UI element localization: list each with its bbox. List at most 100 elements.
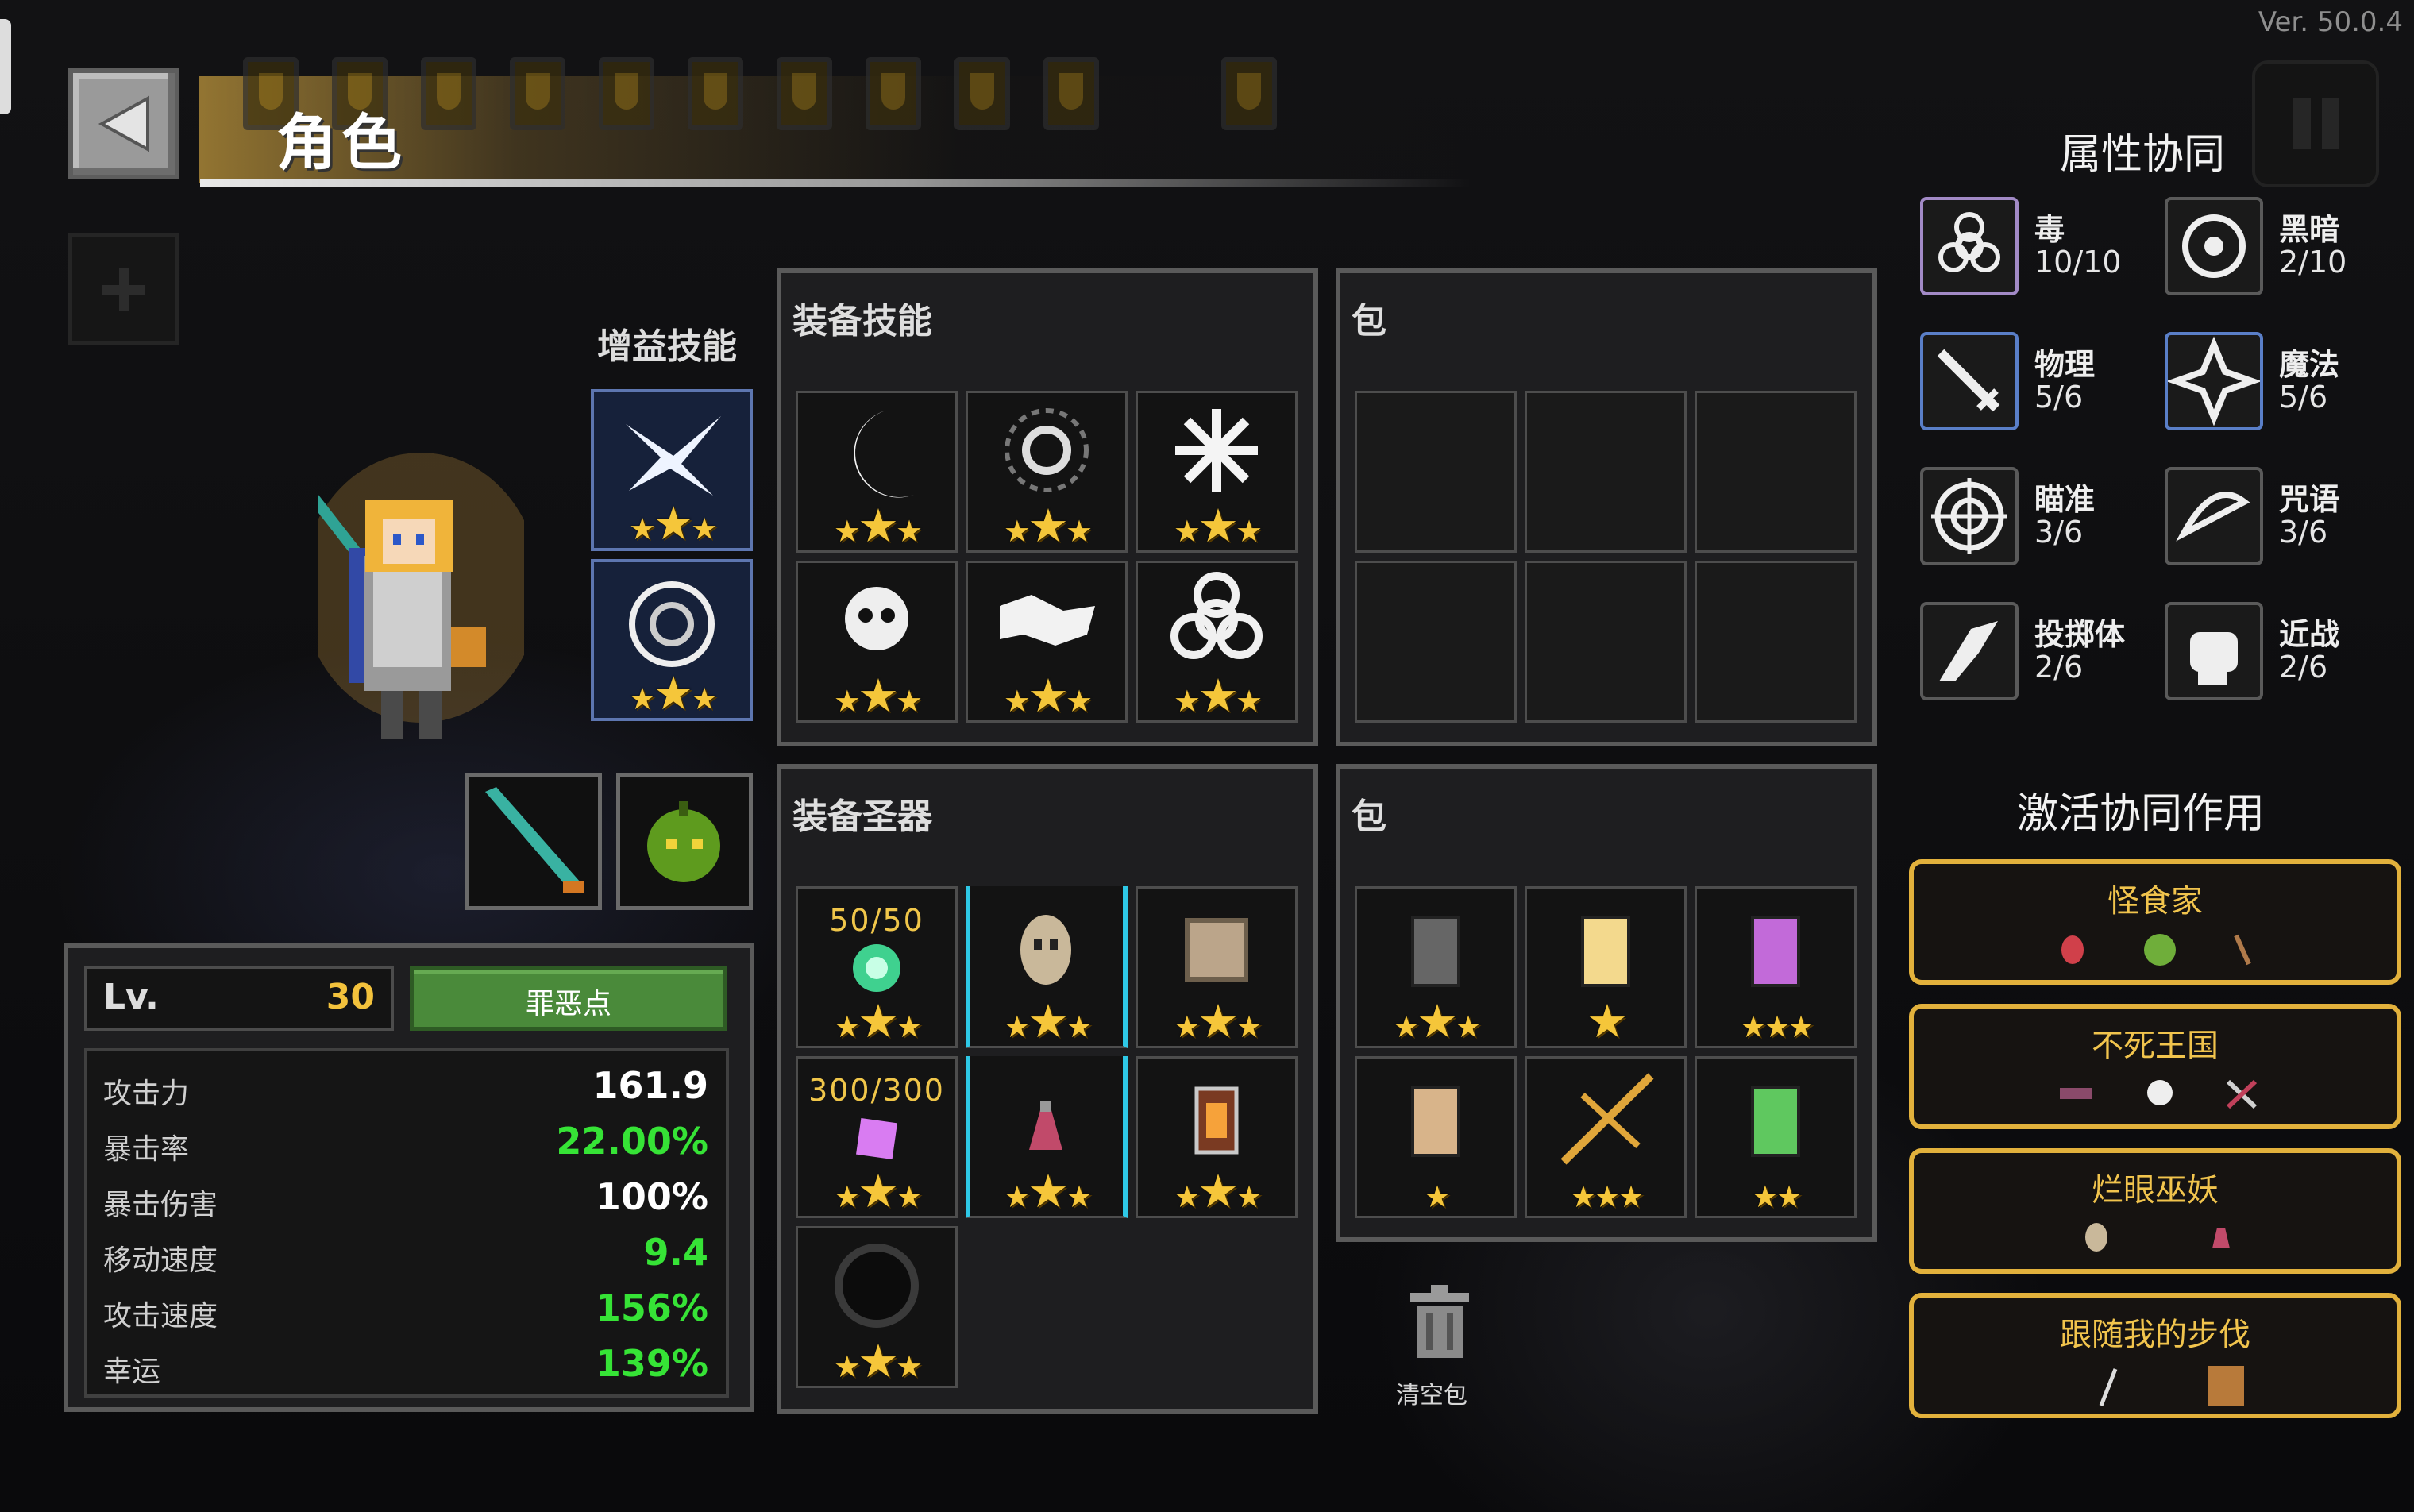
star-rating: ★★★: [833, 499, 923, 553]
stat-row: 移动速度 9.4: [103, 1226, 708, 1282]
stat-row: 幸运 139%: [103, 1337, 708, 1393]
skill-slot[interactable]: ★★★: [796, 391, 958, 553]
left-edge-tab[interactable]: [0, 19, 11, 114]
equip-relics-title: 装备圣器: [792, 796, 932, 837]
active-synergy-card[interactable]: 怪食家: [1909, 859, 2401, 985]
empty-bag-slot[interactable]: [1695, 391, 1857, 553]
skill-slot[interactable]: ★★★: [796, 561, 958, 723]
synergy-count: 3/6: [2034, 515, 2084, 550]
star-rating: ★★★: [1173, 669, 1263, 723]
synergy-item[interactable]: 咒语 3/6: [2165, 467, 2403, 570]
synergy-item[interactable]: 黑暗 2/10: [2165, 197, 2403, 300]
add-button[interactable]: [68, 233, 179, 345]
relic-slot[interactable]: 50/50 ★★★: [796, 886, 958, 1048]
bag-relic-slot[interactable]: ★★★: [1355, 886, 1517, 1048]
stat-row: 攻击速度 156%: [103, 1282, 708, 1337]
synergy-item[interactable]: 物理 5/6: [1920, 332, 2158, 435]
biohazard-icon: [1170, 572, 1263, 659]
clear-bag-label: 清空包: [1396, 1382, 1467, 1410]
pause-button[interactable]: [2252, 60, 2379, 187]
yellow-scroll-icon: [1581, 916, 1630, 987]
active-synergy-card[interactable]: 烂眼巫妖: [1909, 1148, 2401, 1274]
relic-slot[interactable]: 300/300 ★★★: [796, 1056, 958, 1218]
sin-points-button[interactable]: 罪恶点: [410, 966, 727, 1031]
stat-row: 攻击力 161.9: [103, 1059, 708, 1115]
back-button[interactable]: [68, 68, 179, 179]
skill-slot[interactable]: ★★★: [1136, 561, 1298, 723]
level-label: Lv.: [103, 977, 159, 1017]
armor-shield-icon: [1043, 57, 1099, 130]
stat-value: 9.4: [643, 1231, 709, 1274]
golden-spear-icon: [1560, 1073, 1654, 1165]
active-synergy-title: 激活协同作用: [2017, 790, 2266, 838]
active-synergy-card[interactable]: 跟随我的步伐: [1909, 1293, 2401, 1418]
buff-skills-label: 增益技能: [597, 326, 737, 367]
magic-star-icon: [2165, 332, 2263, 430]
chain-shuriken-icon: [1000, 595, 1095, 646]
star-rating: ★★★: [628, 666, 718, 720]
star-rating: ★★: [1751, 1179, 1803, 1214]
active-synergy-name: 烂眼巫妖: [2092, 1172, 2219, 1209]
bag-relic-slot[interactable]: ★: [1355, 1056, 1517, 1218]
back-arrow-icon: [98, 95, 149, 152]
character-sprite: [318, 453, 524, 739]
synergy-item[interactable]: 近战 2/6: [2165, 602, 2403, 705]
synergy-item[interactable]: 投掷体 2/6: [1920, 602, 2158, 705]
relic-slot[interactable]: ★★★: [966, 1056, 1128, 1218]
bag-relic-slot[interactable]: ★★: [1695, 1056, 1857, 1218]
skill-slot[interactable]: ★★★: [966, 391, 1128, 553]
synergy-name: 近战: [2279, 617, 2340, 652]
synergy-item[interactable]: 瞄准 3/6: [1920, 467, 2158, 570]
star-rating: ★★★: [833, 1164, 923, 1218]
synergy-item[interactable]: 毒 10/10: [1920, 197, 2158, 300]
empty-bag-slot[interactable]: [1355, 391, 1517, 553]
star-rating: ★★★: [1003, 994, 1093, 1048]
stat-value: 156%: [595, 1286, 708, 1329]
armor-shield-icon: [688, 57, 743, 130]
star-rating: ★★★: [1003, 1164, 1093, 1218]
dark-vortex-icon: [835, 1244, 919, 1328]
relic-slot[interactable]: ★★★: [1136, 886, 1298, 1048]
synergy-member-icons: [2099, 1366, 2244, 1406]
relic-counter: 300/300: [808, 1073, 945, 1108]
relic-slot[interactable]: ★★★: [966, 886, 1128, 1048]
spiral-disc-icon: [629, 581, 715, 667]
synergy-title: 属性协同: [2060, 131, 2226, 179]
relic-slot[interactable]: ★★★: [796, 1226, 958, 1388]
active-synergy-card[interactable]: 不死王国: [1909, 1004, 2401, 1129]
buff-skill-slot[interactable]: ★★★: [591, 559, 753, 721]
empty-bag-slot[interactable]: [1355, 561, 1517, 723]
empty-bag-slot[interactable]: [1525, 391, 1687, 553]
synergy-count: 5/6: [2034, 380, 2084, 415]
crosshair-icon: [1920, 467, 2019, 565]
level-box: Lv. 30: [84, 966, 394, 1031]
synergy-count: 3/6: [2279, 515, 2328, 550]
skill-slot[interactable]: ★★★: [1136, 391, 1298, 553]
weapon-slot[interactable]: [616, 773, 753, 910]
synergy-item[interactable]: 魔法 5/6: [2165, 332, 2403, 435]
stat-label: 攻击速度: [103, 1300, 218, 1333]
synergy-count: 2/6: [2279, 650, 2328, 685]
star-rating: ★★★: [1173, 499, 1263, 553]
relic-slot[interactable]: ★★★: [1136, 1056, 1298, 1218]
page-title: 角色: [276, 107, 407, 178]
bag-relic-slot[interactable]: ★: [1525, 886, 1687, 1048]
buff-skill-slot[interactable]: ★★★: [591, 389, 753, 551]
empty-bag-slot[interactable]: [1695, 561, 1857, 723]
bag-relic-slot[interactable]: ★★★: [1695, 886, 1857, 1048]
stat-label: 移动速度: [103, 1244, 218, 1277]
empty-bag-slot[interactable]: [1525, 561, 1687, 723]
skull-mask-icon: [1020, 915, 1071, 985]
stat-value: 22.00%: [556, 1120, 708, 1163]
potion-flask-icon: [1029, 1101, 1062, 1150]
star-rating: ★★★: [1569, 1179, 1645, 1214]
sin-points-label: 罪恶点: [525, 988, 611, 1020]
armor-shield-icon: [599, 57, 654, 130]
synergy-member-icons: [2060, 1079, 2258, 1109]
synergy-count: 2/6: [2034, 650, 2084, 685]
weapon-slot[interactable]: [465, 773, 602, 910]
synergy-name: 咒语: [2279, 482, 2340, 517]
bag-relic-slot[interactable]: ★★★: [1525, 1056, 1687, 1218]
skill-slot[interactable]: ★★★: [966, 561, 1128, 723]
clear-bag-button[interactable]: [1404, 1283, 1475, 1366]
